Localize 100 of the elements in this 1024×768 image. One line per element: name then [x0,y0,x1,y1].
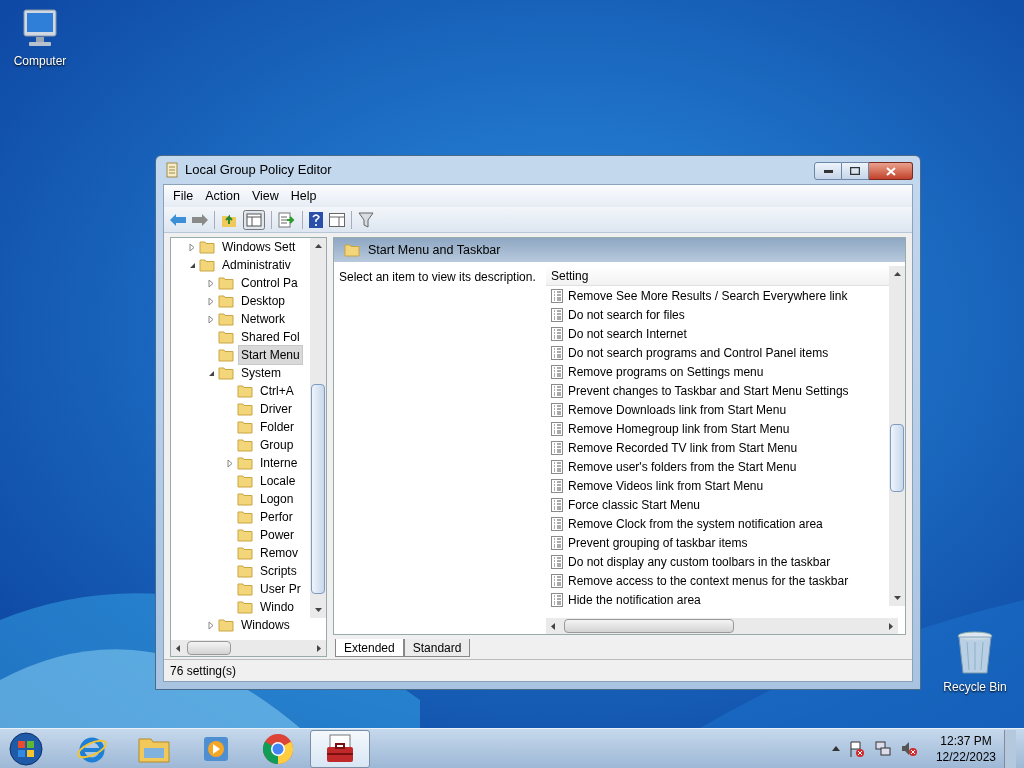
tree-item[interactable]: Driver [257,399,295,419]
export-list-icon[interactable] [278,211,296,228]
expand-arrow-icon[interactable] [189,242,195,252]
trash-bin-icon [955,630,995,676]
scroll-left-arrow-icon[interactable] [176,645,180,652]
minimize-button[interactable] [814,162,842,180]
tree-item[interactable]: Locale [257,471,299,491]
flag-error-icon[interactable] [847,739,866,758]
scroll-right-arrow-icon[interactable] [317,645,321,652]
maximize-button[interactable] [842,162,869,180]
scroll-left-arrow-icon[interactable] [551,623,555,630]
tree-item[interactable]: Power [257,525,297,545]
setting-item[interactable]: Remove user's folders from the Start Menu [568,457,797,476]
folder-icon [237,510,253,524]
menu-item[interactable]: Help [284,186,323,206]
view-tab[interactable]: Standard [403,639,471,657]
tree-item[interactable]: Start Menu [238,345,303,365]
taskbar-app[interactable] [310,729,370,768]
menu-item[interactable]: File [167,186,200,206]
tree-item[interactable]: Group [257,435,297,455]
setting-item[interactable]: Hide the notification area [568,590,701,609]
expand-arrow-icon[interactable] [208,296,214,306]
scroll-thumb[interactable] [187,641,231,655]
show-hidden-icons-arrow[interactable] [831,746,840,751]
tree-item[interactable]: Scripts [257,561,300,581]
desktop-icon-label[interactable]: Computer [13,52,67,70]
setting-item[interactable]: Remove Homegroup link from Start Menu [568,419,790,438]
scroll-up-arrow-icon[interactable] [893,272,901,276]
expand-arrow-icon[interactable] [208,620,214,630]
tree-item[interactable]: Folder [257,417,297,437]
setting-item[interactable]: Force classic Start Menu [568,495,701,514]
setting-item[interactable]: Remove Recorded TV link from Start Menu [568,438,798,457]
setting-item[interactable]: Prevent grouping of taskbar items [568,533,748,552]
expand-arrow-icon[interactable] [208,314,214,324]
setting-item[interactable]: Remove Videos link from Start Menu [568,476,764,495]
tree-item[interactable]: Remov [257,543,301,563]
show-desktop-button[interactable] [1004,729,1016,768]
menu-item[interactable]: Action [199,186,246,206]
policy-setting-icon [551,459,563,474]
folder-icon [237,546,253,560]
scroll-thumb[interactable] [311,384,325,594]
tree-item[interactable]: Control Pa [238,273,301,293]
tree-item[interactable]: System [238,363,284,383]
setting-item[interactable]: Do not display any custom toolbars in the taskbar [568,552,831,571]
show-pane-icon[interactable] [329,212,345,227]
expand-arrow-icon[interactable] [227,458,233,468]
chrome-icon [262,732,294,765]
folder-icon [237,474,253,488]
scroll-down-arrow-icon[interactable] [314,608,322,612]
menu-item[interactable]: View [245,186,285,206]
setting-item[interactable]: Prevent changes to Taskbar and Start Menu Settings [568,381,849,400]
desktop-icon-label[interactable]: Recycle Bin [943,678,1007,696]
setting-item[interactable]: Remove programs on Settings menu [568,362,764,381]
tree-item[interactable]: Ctrl+A [257,381,297,401]
close-icon [885,166,896,176]
tree-item[interactable]: User Pr [257,579,304,599]
setting-item[interactable]: Do not search programs and Control Panel items [568,343,829,362]
tree-item[interactable]: Windo [257,597,297,617]
collapse-arrow-icon[interactable] [207,369,215,377]
pane-title: Start Menu and Taskbar [368,241,501,259]
tree-item[interactable]: Windows Sett [219,238,299,257]
setting-item[interactable]: Remove See More Results / Search Everywhere link [568,286,848,305]
network-icon[interactable] [873,739,892,758]
tree-item[interactable]: Network [238,309,288,329]
tree-item[interactable]: Desktop [238,291,289,311]
policy-setting-icon [551,307,563,322]
expand-arrow-icon[interactable] [208,278,214,288]
vertical-scrollbar[interactable] [310,238,326,618]
tree-item[interactable]: Administrativ [219,255,294,275]
view-tab[interactable]: Extended [335,639,404,657]
vertical-scrollbar[interactable] [889,266,905,606]
setting-item[interactable]: Do not search Internet [568,324,687,343]
tree-item[interactable]: Windows [238,615,293,635]
setting-item[interactable]: Do not search for files [568,305,685,324]
scroll-down-arrow-icon[interactable] [893,596,901,600]
setting-item[interactable]: Remove access to the context menus for the taskbar [568,571,849,590]
policy-setting-icon [551,364,563,379]
tree-item[interactable]: Logon [257,489,297,509]
filter-icon[interactable] [358,211,374,228]
forward-arrow-icon[interactable] [192,213,208,226]
tree-item[interactable]: Shared Fol [238,327,303,347]
horizontal-scrollbar[interactable] [546,618,898,634]
start-button[interactable] [6,729,46,768]
horizontal-scrollbar[interactable] [171,640,326,656]
folder-icon [237,456,253,470]
close-button[interactable] [869,162,913,180]
collapse-arrow-icon[interactable] [188,261,196,269]
clock-time[interactable]: 12:37 PM [940,732,992,749]
scroll-thumb[interactable] [890,424,904,492]
show-tree-icon[interactable] [243,209,265,230]
tree-item[interactable]: Interne [257,453,301,473]
back-arrow-icon[interactable] [170,213,186,226]
scroll-up-arrow-icon[interactable] [314,244,322,248]
setting-item[interactable]: Remove Downloads link from Start Menu [568,400,787,419]
help-icon[interactable] [309,211,323,228]
scroll-right-arrow-icon[interactable] [889,623,893,630]
setting-item[interactable]: Remove Clock from the system notification area [568,514,823,533]
tree-item[interactable]: Perfor [257,507,296,527]
clock-date[interactable]: 12/22/2023 [935,748,996,765]
scroll-thumb[interactable] [564,619,734,633]
